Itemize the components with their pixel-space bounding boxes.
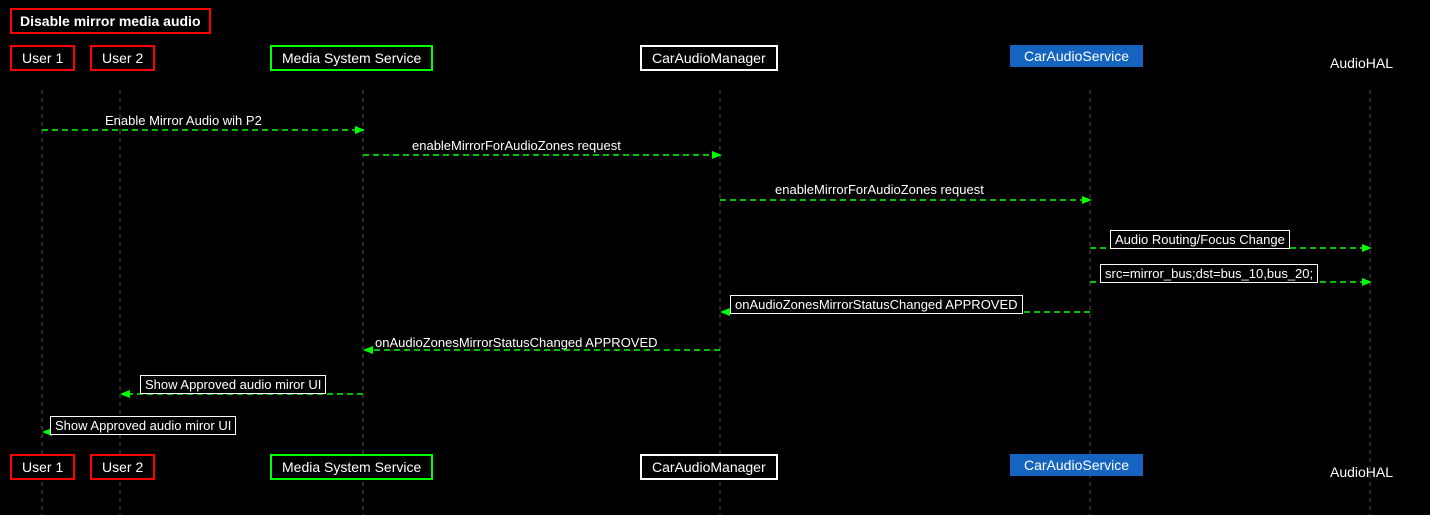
actor-cam-top: CarAudioManager [640,45,778,71]
actor-mss-bot: Media System Service [270,454,433,480]
msg4-text: Audio Routing/Focus Change [1115,232,1285,247]
msg-label-m8: Show Approved audio miror UI [140,375,326,394]
cam-bot-label: CarAudioManager [652,459,766,475]
msg5-text: src=mirror_bus;dst=bus_10,bus_20; [1105,266,1313,281]
cas-bot-label: CarAudioService [1024,457,1129,473]
mss-top-label: Media System Service [282,50,421,66]
actor-cas-bot: CarAudioService [1010,454,1143,476]
actor-cas-top: CarAudioService [1010,45,1143,67]
msg-label-m7: onAudioZonesMirrorStatusChanged APPROVED [375,335,658,350]
msg1-text: Enable Mirror Audio wih P2 [105,113,262,128]
actor-mss-top: Media System Service [270,45,433,71]
cam-top-label: CarAudioManager [652,50,766,66]
cas-top-label: CarAudioService [1024,48,1129,64]
title-box: Disable mirror media audio [10,8,211,34]
actor-user2-bot: User 2 [90,454,155,480]
actor-user2-top: User 2 [90,45,155,71]
hal-bot-label: AudioHAL [1330,464,1393,480]
actor-cam-bot: CarAudioManager [640,454,778,480]
msg-label-m6: onAudioZonesMirrorStatusChanged APPROVED [730,295,1023,314]
user1-top-label: User 1 [22,50,63,66]
title-label: Disable mirror media audio [20,13,201,29]
msg-label-m5: src=mirror_bus;dst=bus_10,bus_20; [1100,264,1318,283]
actor-user1-top: User 1 [10,45,75,71]
msg-label-m9: Show Approved audio miror UI [50,416,236,435]
msg-label-m1: Enable Mirror Audio wih P2 [105,113,262,128]
arrows-svg [0,0,1430,515]
actor-hal-bot: AudioHAL [1330,464,1393,480]
msg3-text: enableMirrorForAudioZones request [775,182,984,197]
msg-label-m2: enableMirrorForAudioZones request [412,138,621,153]
hal-top-label: AudioHAL [1330,55,1393,71]
actor-hal-top: AudioHAL [1330,55,1393,71]
user2-bot-label: User 2 [102,459,143,475]
user2-top-label: User 2 [102,50,143,66]
msg6-text: onAudioZonesMirrorStatusChanged APPROVED [735,297,1018,312]
mss-bot-label: Media System Service [282,459,421,475]
msg7-text: onAudioZonesMirrorStatusChanged APPROVED [375,335,658,350]
actor-user1-bot: User 1 [10,454,75,480]
msg9-text: Show Approved audio miror UI [55,418,231,433]
diagram: Disable mirror media audio [0,0,1430,515]
msg8-text: Show Approved audio miror UI [145,377,321,392]
msg-label-m3: enableMirrorForAudioZones request [775,182,984,197]
user1-bot-label: User 1 [22,459,63,475]
msg2-text: enableMirrorForAudioZones request [412,138,621,153]
msg-label-m4: Audio Routing/Focus Change [1110,230,1290,249]
